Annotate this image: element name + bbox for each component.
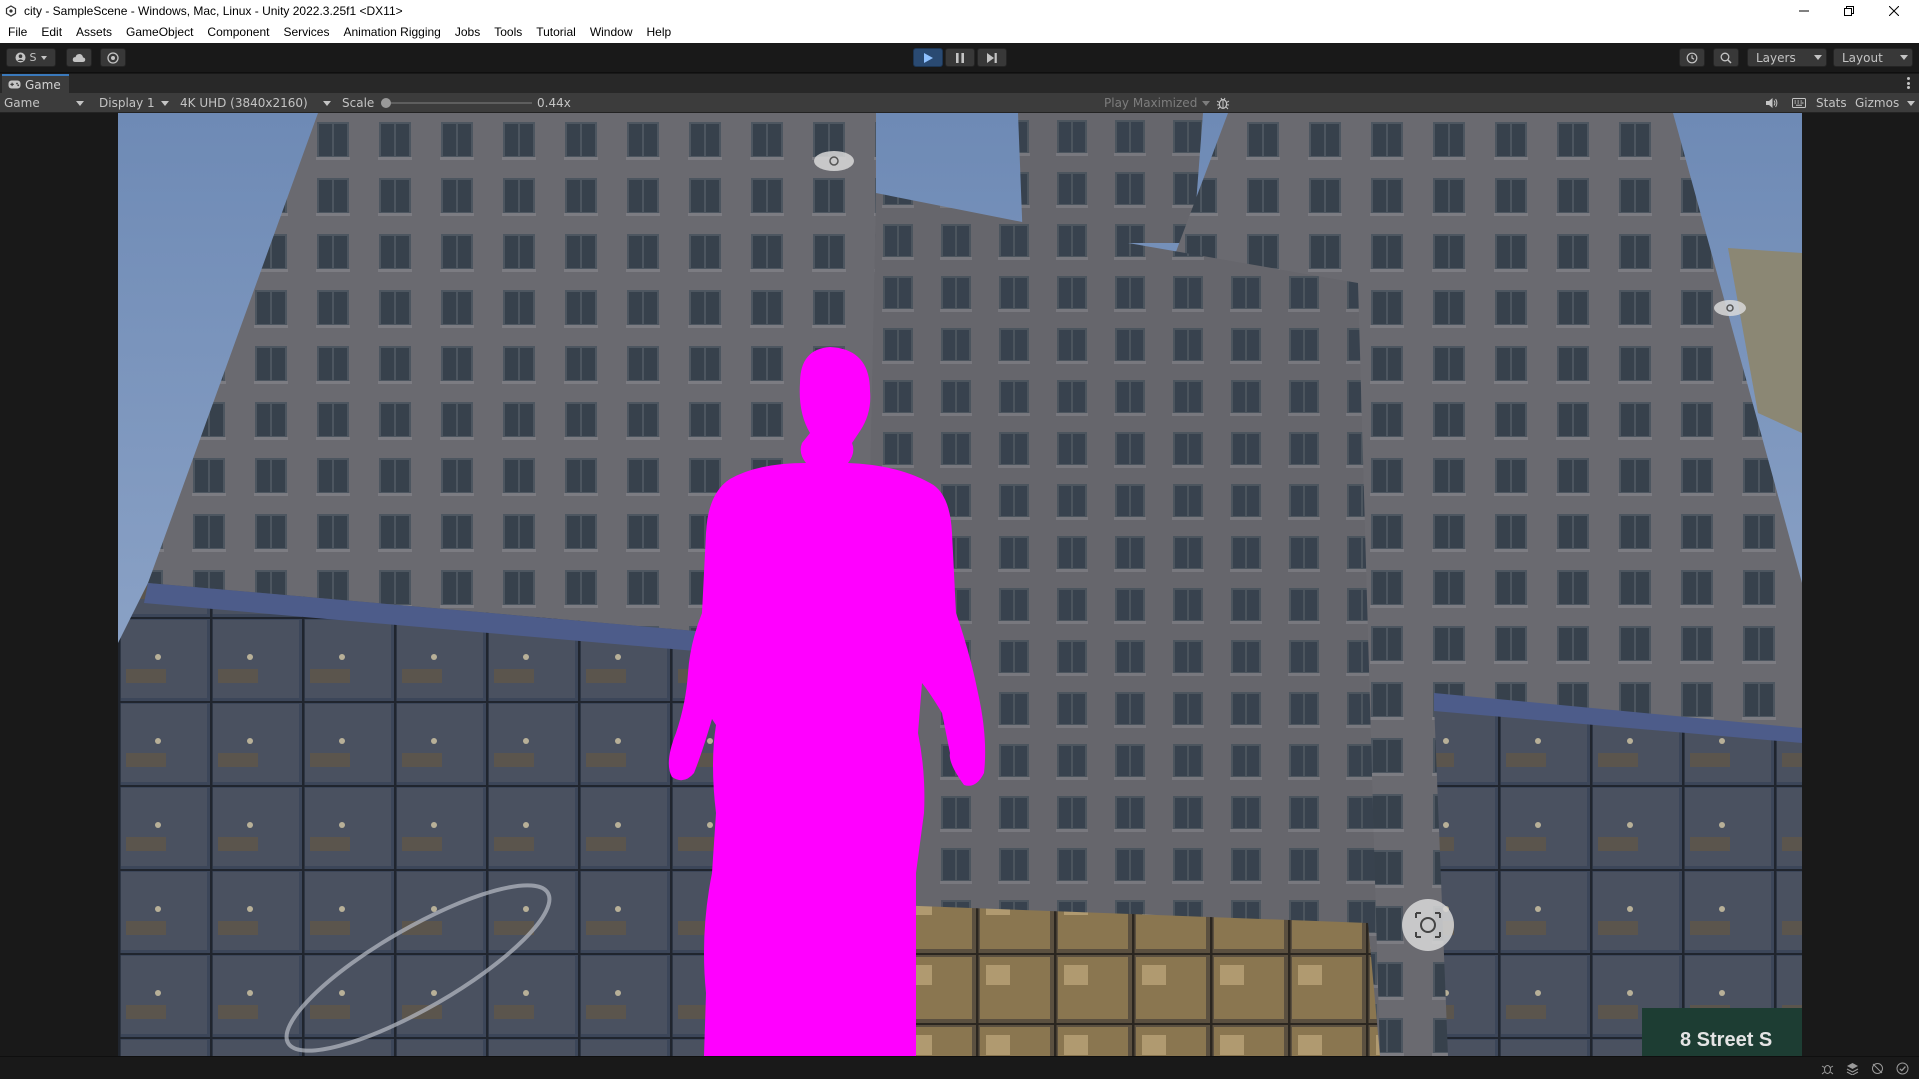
left-storefront [118, 583, 718, 1056]
search-icon [1720, 52, 1732, 64]
keyboard-shortcuts-icon[interactable] [1792, 93, 1806, 113]
game-scene-render: 8 Street S [118, 113, 1802, 1056]
bug-icon[interactable] [1216, 93, 1230, 113]
account-icon [15, 52, 26, 63]
history-icon [1686, 52, 1698, 64]
menu-tools[interactable]: Tools [494, 25, 522, 39]
menu-assets[interactable]: Assets [76, 25, 112, 39]
camera-marker-icon [814, 151, 854, 171]
unity-logo-icon [4, 4, 18, 18]
gamepad-icon [8, 80, 21, 89]
chevron-down-icon [1202, 100, 1210, 106]
background-tower [1018, 113, 1203, 243]
resolution-label: 4K UHD (3840x2160) [180, 96, 308, 110]
pause-button[interactable] [945, 48, 975, 67]
gizmos-dropdown[interactable]: Gizmos [1855, 93, 1915, 113]
menu-edit[interactable]: Edit [41, 25, 62, 39]
camera-marker-icon [1714, 300, 1746, 316]
restore-icon[interactable] [1827, 0, 1871, 21]
chevron-down-icon [1907, 100, 1915, 106]
menu-gameobject[interactable]: GameObject [126, 25, 193, 39]
tab-game-label: Game [25, 77, 61, 92]
play-icon [923, 52, 933, 63]
mute-audio-icon[interactable] [1765, 93, 1778, 113]
tab-game[interactable]: Game [2, 74, 69, 93]
debug-icon[interactable] [1820, 1061, 1835, 1076]
view-mode-dropdown[interactable]: Game [4, 93, 88, 113]
menu-animation-rigging[interactable]: Animation Rigging [343, 25, 440, 39]
scale-label: Scale [342, 96, 375, 110]
chevron-down-icon [323, 100, 331, 106]
close-icon[interactable] [1872, 0, 1916, 21]
window-title-bar: city - SampleScene - Windows, Mac, Linux… [0, 0, 1919, 21]
main-toolbar: S Layers Layout [0, 43, 1919, 73]
street-sign-text: 8 Street S [1680, 1029, 1772, 1051]
layout-dropdown[interactable]: Layout [1833, 48, 1913, 67]
chevron-down-icon [161, 100, 169, 106]
step-button[interactable] [977, 48, 1007, 67]
collab-button[interactable] [100, 48, 126, 67]
scale-value: 0.44x [537, 96, 571, 110]
collab-icon [107, 51, 119, 64]
camera-marker-icon [1402, 899, 1454, 951]
checkmark-icon[interactable] [1895, 1061, 1910, 1076]
account-dropdown[interactable]: S [6, 48, 56, 67]
step-forward-icon [987, 52, 997, 63]
display-dropdown[interactable]: Display 1 [99, 93, 171, 113]
scale-slider-track[interactable] [386, 102, 532, 104]
game-view-bar: Game Display 1 4K UHD (3840x2160) Scale … [0, 93, 1919, 113]
layers-dropdown[interactable]: Layers [1747, 48, 1827, 67]
cloud-icon [72, 53, 86, 63]
chevron-down-icon [1900, 55, 1908, 60]
window-title: city - SampleScene - Windows, Mac, Linux… [24, 3, 403, 18]
layers-stack-icon[interactable] [1845, 1061, 1860, 1076]
play-button[interactable] [913, 48, 943, 67]
chevron-down-icon [76, 100, 84, 106]
menu-jobs[interactable]: Jobs [455, 25, 480, 39]
menu-component[interactable]: Component [207, 25, 269, 39]
menu-services[interactable]: Services [283, 25, 329, 39]
menu-help[interactable]: Help [647, 25, 672, 39]
chevron-down-icon [1814, 55, 1822, 60]
account-label: S [29, 51, 37, 64]
play-mode-dropdown[interactable]: Play Maximized [1104, 93, 1210, 113]
undo-history-button[interactable] [1679, 48, 1705, 67]
menu-tutorial[interactable]: Tutorial [536, 25, 576, 39]
play-mode-label: Play Maximized [1104, 96, 1198, 110]
network-icon[interactable] [1870, 1061, 1885, 1076]
right-storefront [1434, 703, 1802, 1056]
chevron-down-icon [41, 55, 48, 60]
gizmos-label: Gizmos [1855, 96, 1900, 110]
menu-file[interactable]: File [8, 25, 27, 39]
game-viewport[interactable]: 8 Street S [118, 113, 1802, 1056]
panel-tab-row: Game [0, 74, 1919, 93]
pause-icon [956, 52, 964, 63]
menu-bar: File Edit Assets GameObject Component Se… [0, 21, 1919, 43]
panel-menu-icon[interactable] [1907, 77, 1911, 89]
search-button[interactable] [1713, 48, 1739, 67]
status-bar [0, 1056, 1919, 1079]
menu-window[interactable]: Window [590, 25, 633, 39]
center-shopfront [838, 903, 1380, 1056]
layers-label: Layers [1756, 50, 1796, 65]
cloud-button[interactable] [66, 48, 92, 67]
minimize-icon[interactable] [1782, 0, 1826, 21]
street-sign: 8 Street S [1642, 1008, 1802, 1056]
scale-slider-handle[interactable] [381, 98, 391, 108]
layout-label: Layout [1842, 50, 1883, 65]
stats-button[interactable]: Stats [1816, 93, 1847, 113]
resolution-dropdown[interactable]: 4K UHD (3840x2160) [180, 93, 333, 113]
view-mode-label: Game [4, 96, 40, 110]
display-label: Display 1 [99, 96, 155, 110]
